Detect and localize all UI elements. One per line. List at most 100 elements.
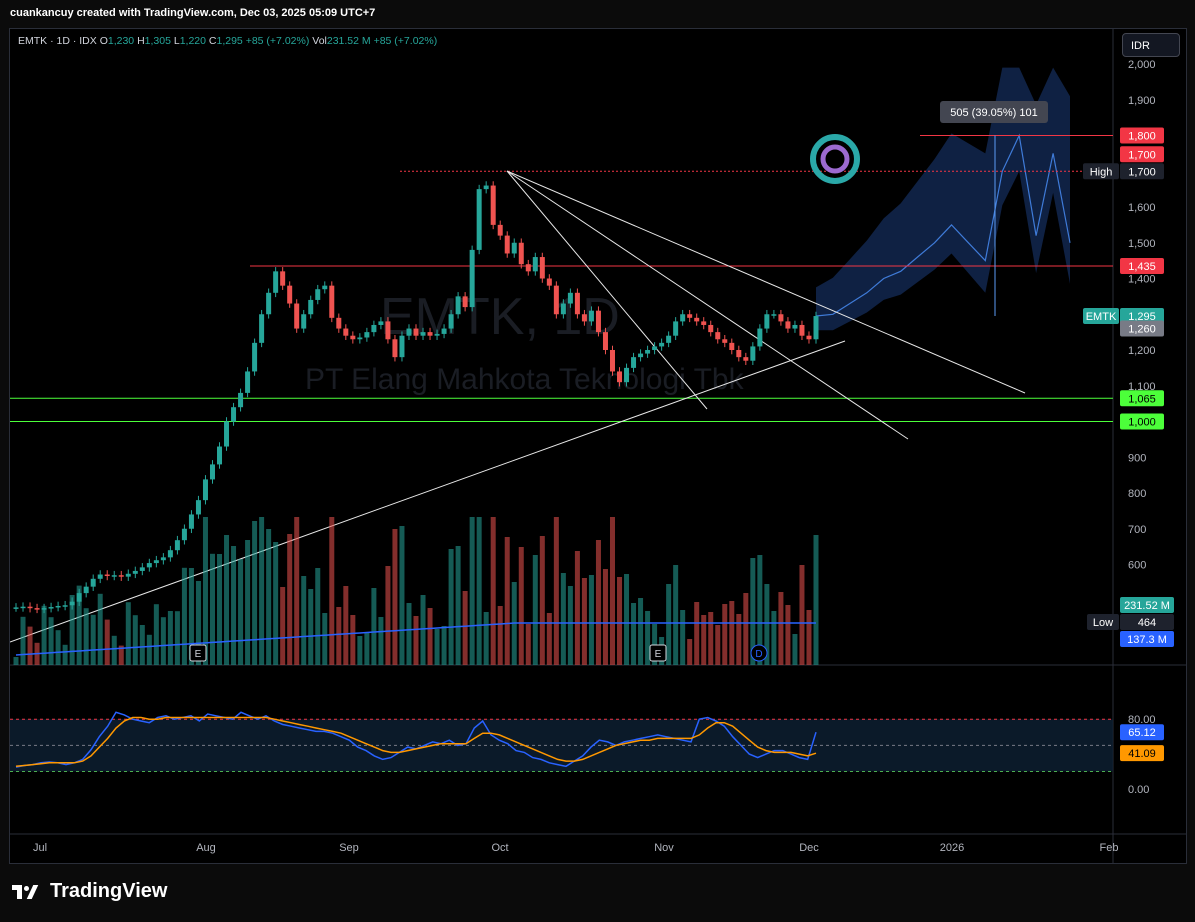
volume-bar [413,616,419,665]
rsi-tag-label-1: 41.09 [1128,748,1156,760]
volume-bar [294,517,300,665]
volume-bar [350,615,356,665]
candle-body [378,321,384,325]
candle-body [406,328,412,336]
candle-body [441,328,447,334]
volume-bar [160,617,166,665]
candle-body [139,567,145,571]
volume-bar [539,536,545,665]
candle-body [469,249,475,308]
price-tag-label-5: 1,260 [1128,324,1156,336]
volume-bar [567,586,573,665]
volume-bar [574,551,580,665]
volume-bar [385,566,391,665]
volume-bar [638,598,644,665]
volume-bar [322,613,328,665]
candle-body [778,314,784,322]
candle-body [245,371,251,393]
candle-body [111,575,117,577]
candle-body [364,332,370,338]
candle-body [371,324,377,333]
legend-low: 1,220 [179,35,206,47]
candle-body [343,328,349,336]
volume-bar [518,547,524,665]
candle-body [27,606,33,609]
candle-body [420,332,426,336]
candle-body [392,339,398,358]
volume-bar [139,625,145,665]
volume-bar [715,625,721,665]
candle-body [694,317,700,322]
volume-bar [27,626,33,665]
chart-svg[interactable]: EMTK, 1DPT Elang Mahkota Teknologi TbkE E… [10,29,1186,863]
time-tick-1: Aug [196,842,216,854]
candle-body [238,392,244,408]
candle-body [602,332,608,350]
candle-body [680,314,686,322]
legend-high-label: H [137,35,145,47]
price-tag-prefix-label-4: EMTK [1086,311,1117,323]
candle-body [757,328,763,347]
volume-bar [20,616,26,665]
price-tick-14: 600 [1128,560,1146,572]
candle-body [224,421,230,447]
candle-body [350,335,356,340]
volume-bar [525,624,531,665]
legend-symbol[interactable]: EMTK · 1D · IDX [18,35,97,47]
candle-body [188,514,194,529]
candle-body [104,574,110,577]
price-tag-label-3: 1,435 [1128,261,1156,273]
volume-bar [329,517,335,665]
volume-bar [588,575,594,665]
volume-bar [708,612,714,665]
candle-body [483,185,489,190]
time-tick-6: 2026 [940,842,964,854]
tradingview-logo-icon [12,882,42,902]
legend-open: 1,230 [107,35,135,47]
volume-bar [645,611,651,665]
time-tick-4: Nov [654,842,674,854]
candle-body [455,296,461,315]
volume-bar [97,593,103,665]
candle-body [266,292,272,315]
candle-body [588,310,594,322]
candle-body [539,257,545,279]
volume-bar [364,633,370,665]
volume-bar [504,537,510,665]
candle-body [13,607,19,609]
currency-button[interactable]: IDR [1122,33,1180,57]
volume-bar [167,611,173,665]
candle-body [301,314,307,329]
volume-bar [280,587,286,665]
candle-body [490,185,496,225]
candle-body [322,285,328,290]
candle-body [771,314,777,316]
volume-bar [455,546,461,665]
legend-close: 1,295 [216,35,243,47]
volume-bar [609,517,615,665]
candle-body [476,189,482,250]
candle-body [785,321,791,329]
candle-body [357,337,363,340]
candle-body [792,324,798,329]
candle-body [546,278,552,286]
candle-body [511,242,517,254]
time-tick-5: Dec [799,842,819,854]
volume-bar [729,601,735,665]
candle-body [294,303,300,329]
event-marker-label-1: E [655,649,662,660]
measure-label: 505 (39.05%) 101 [950,107,1037,119]
volume-bar [90,614,96,665]
candle-body [729,342,735,350]
candle-body [146,563,152,568]
event-marker-label-0: E [195,649,202,660]
volume-tag-label-1: 464 [1138,617,1156,629]
price-tick-4: 1,600 [1128,202,1156,214]
candle-body [434,333,440,336]
volume-bar [462,591,468,665]
price-tag-label-1: 1,700 [1128,149,1156,161]
volume-bar [792,634,798,665]
volume-bar [483,612,489,665]
volume-bar [209,553,215,665]
chart-frame[interactable]: EMTK, 1D PT Elang Mahkota Teknologi Tbk E E… [9,28,1187,864]
